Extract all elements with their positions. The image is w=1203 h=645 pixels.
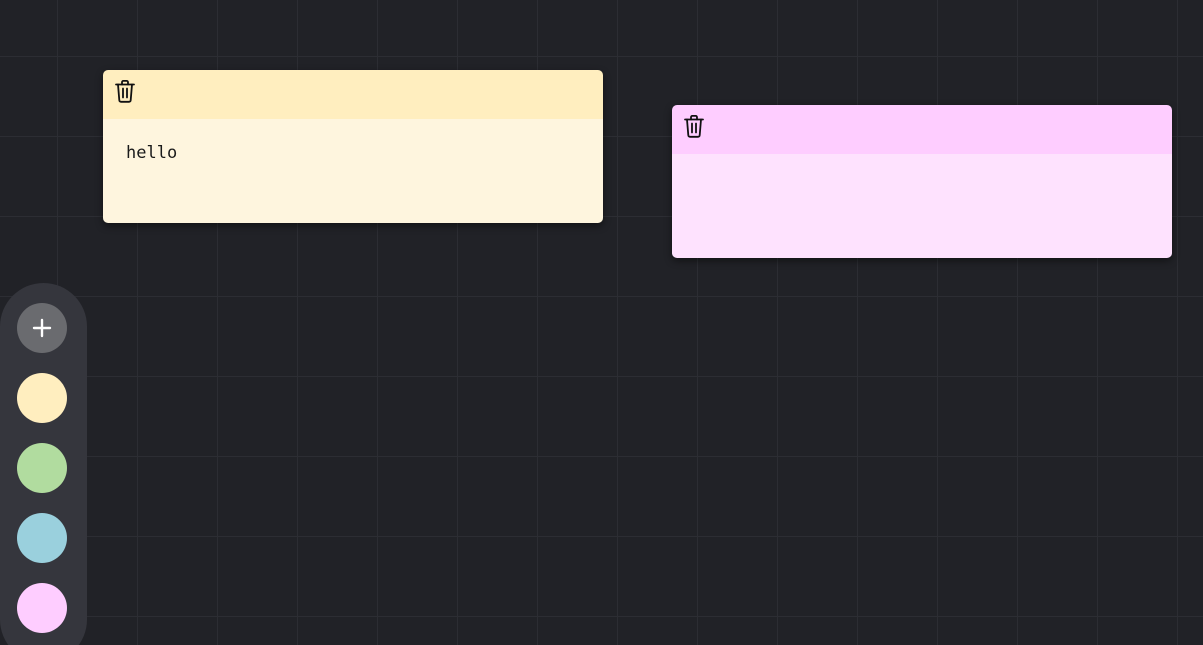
note-header[interactable] (103, 70, 603, 119)
sticky-note[interactable]: hello (103, 70, 603, 223)
sticky-note[interactable] (672, 105, 1172, 258)
color-swatch-pink[interactable] (17, 583, 67, 633)
note-text[interactable]: hello (103, 119, 603, 223)
color-swatch-green[interactable] (17, 443, 67, 493)
color-swatch-blue[interactable] (17, 513, 67, 563)
add-note-button[interactable] (17, 303, 67, 353)
note-header[interactable] (672, 105, 1172, 154)
note-text[interactable] (672, 154, 1172, 258)
trash-icon[interactable] (113, 78, 137, 104)
trash-icon[interactable] (682, 113, 706, 139)
plus-icon (32, 318, 52, 338)
color-palette (0, 283, 87, 645)
color-swatch-yellow[interactable] (17, 373, 67, 423)
